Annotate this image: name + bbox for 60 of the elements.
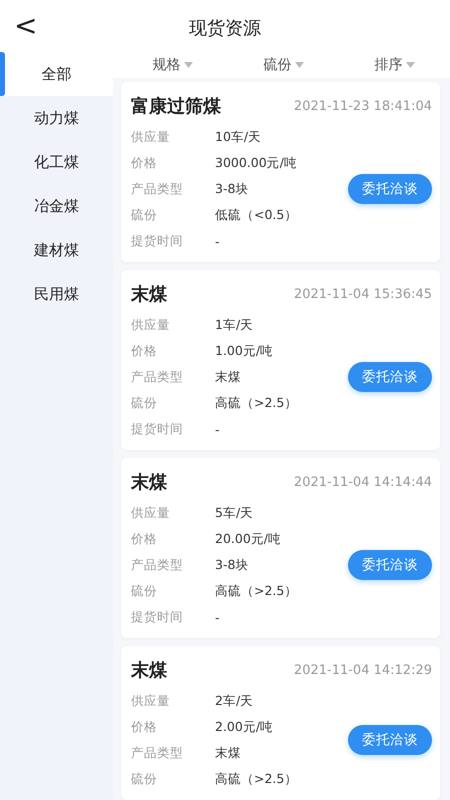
listing-time: 2021-11-04 14:12:29 — [294, 662, 432, 678]
listing-time: 2021-11-04 14:14:44 — [294, 474, 432, 490]
field-value: 2车/天 — [215, 692, 254, 710]
page-title: 现货资源 — [189, 17, 261, 40]
filter-dropdown[interactable]: 排序 — [374, 56, 414, 74]
field-label: 价格 — [131, 530, 158, 548]
caret-icon — [406, 62, 414, 68]
field-value: 1.00元/吨 — [215, 342, 274, 360]
category-tab[interactable]: 化工煤 — [0, 140, 113, 184]
category-tab[interactable]: 建材煤 — [0, 228, 113, 272]
listing-title: 富康过筛煤 — [131, 95, 221, 118]
field-value: 高硫（>2.5） — [215, 582, 298, 600]
field-label: 产品类型 — [131, 556, 184, 574]
field-label: 价格 — [131, 718, 158, 736]
filter-dropdown[interactable]: 硫份 — [264, 56, 304, 74]
field-value: 20.00元/吨 — [215, 530, 281, 548]
field-value: 5车/天 — [215, 504, 254, 522]
field-label: 硫份 — [131, 770, 158, 788]
field-label: 硫份 — [131, 206, 158, 224]
field-label: 产品类型 — [131, 368, 184, 386]
field-label: 供应量 — [131, 692, 171, 710]
field-value: - — [215, 610, 220, 624]
category-tab[interactable]: 动力煤 — [0, 96, 113, 140]
listing-title: 末煤 — [131, 471, 167, 494]
field-label: 硫份 — [131, 582, 158, 600]
field-value: 低硫（<0.5） — [215, 206, 298, 224]
field-label: 产品类型 — [131, 180, 184, 198]
listing-title: 末煤 — [131, 659, 167, 682]
field-value: - — [215, 234, 220, 248]
field-label: 价格 — [131, 154, 158, 172]
listing-title: 末煤 — [131, 283, 167, 306]
field-value: 末煤 — [215, 744, 241, 762]
listing-time: 2021-11-23 18:41:04 — [294, 98, 432, 114]
field-label: 供应量 — [131, 128, 171, 146]
field-label: 硫份 — [131, 394, 158, 412]
field-value: 10车/天 — [215, 128, 262, 146]
field-value: 3000.00元/吨 — [215, 154, 297, 172]
category-tab[interactable]: 冶金煤 — [0, 184, 113, 228]
field-label: 提货时间 — [131, 608, 184, 626]
field-label: 供应量 — [131, 316, 171, 334]
back-button[interactable]: < — [14, 12, 38, 40]
field-label: 提货时间 — [131, 420, 184, 438]
field-value: - — [215, 422, 220, 436]
listing-time: 2021-11-04 15:36:45 — [294, 286, 432, 302]
category-tab[interactable]: 全部 — [0, 52, 113, 96]
field-value: 3-8块 — [215, 556, 248, 574]
field-value: 末煤 — [215, 368, 241, 386]
caret-icon — [184, 62, 192, 68]
field-value: 高硫（>2.5） — [215, 394, 298, 412]
filter-dropdown[interactable]: 规格 — [152, 56, 192, 74]
field-value: 3-8块 — [215, 180, 248, 198]
field-label: 提货时间 — [131, 232, 184, 250]
category-tab[interactable]: 民用煤 — [0, 272, 113, 316]
field-value: 1车/天 — [215, 316, 254, 334]
field-value: 高硫（>2.5） — [215, 770, 298, 788]
field-label: 价格 — [131, 342, 158, 360]
field-label: 供应量 — [131, 504, 171, 522]
field-label: 产品类型 — [131, 744, 184, 762]
field-value: 2.00元/吨 — [215, 718, 274, 736]
caret-icon — [294, 62, 304, 68]
